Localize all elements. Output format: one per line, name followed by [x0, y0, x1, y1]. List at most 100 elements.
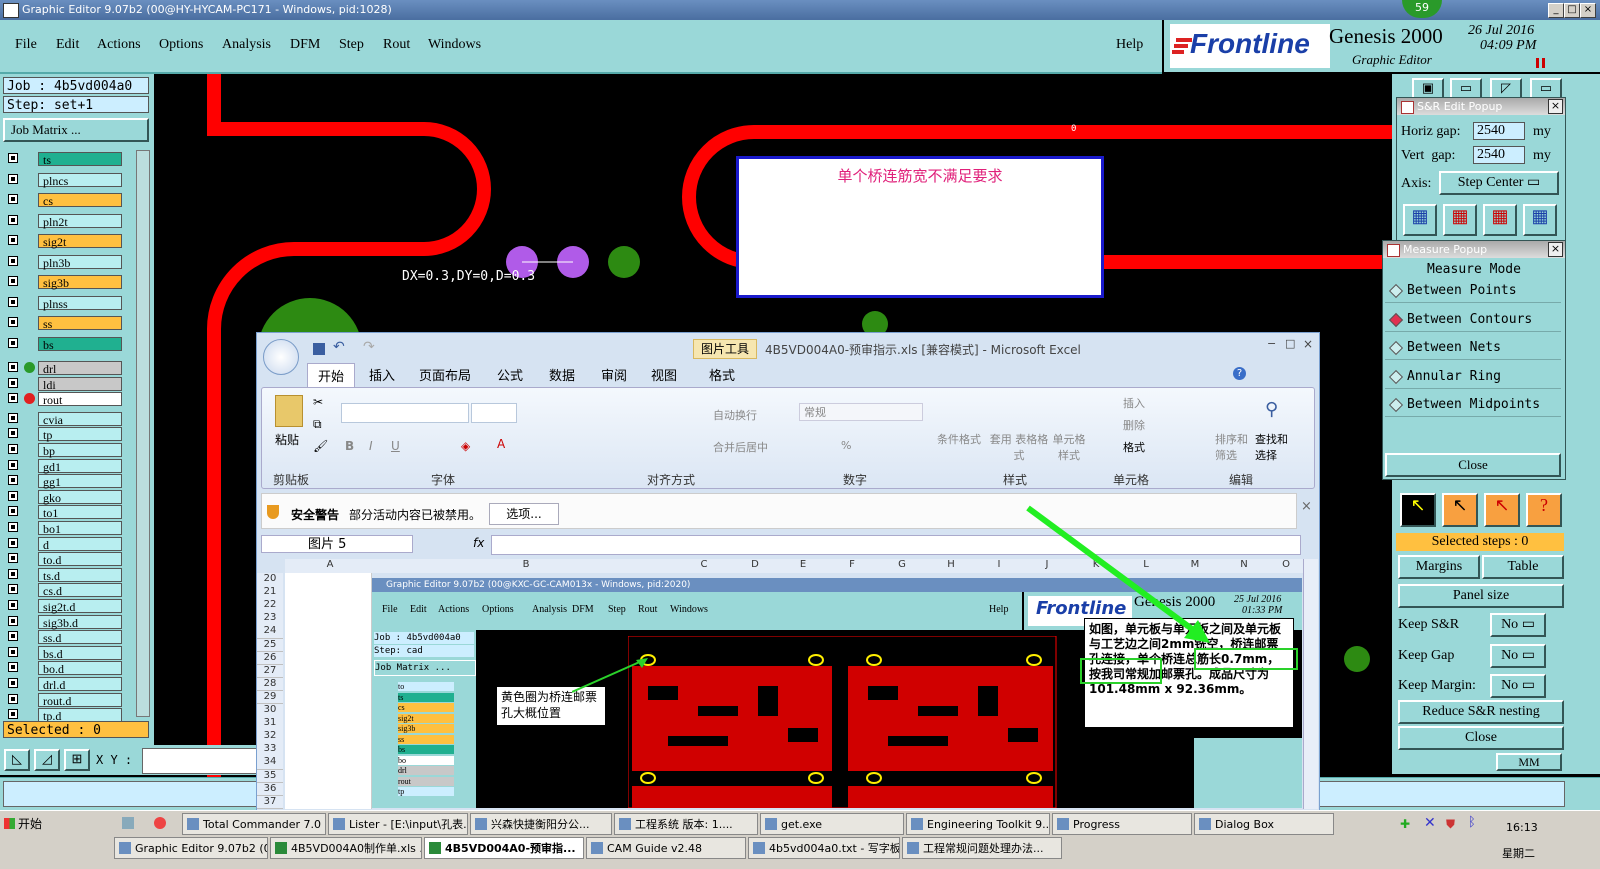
layer-row[interactable]: gd1 [4, 458, 122, 474]
layer-checkbox[interactable] [8, 377, 18, 388]
measure-mode-option[interactable]: Between Contours [1385, 308, 1561, 332]
layer-row[interactable]: plncs [4, 172, 122, 188]
sr-popup-close-button[interactable]: × [1548, 99, 1563, 114]
layer-checkbox[interactable] [8, 584, 18, 595]
taskbar-button[interactable]: 4B5VD004A0制作单.xls ... [270, 837, 422, 859]
layer-row[interactable]: ts.d [4, 567, 122, 583]
layer-checkbox[interactable] [8, 393, 18, 404]
column-header[interactable]: N [1219, 559, 1270, 573]
ribbon-tab[interactable]: 公式 [497, 365, 523, 384]
clock[interactable]: 16:13 [1506, 821, 1538, 834]
number-format-select[interactable]: 常规 [799, 403, 923, 421]
tray-shield-icon[interactable]: ⛊ [1446, 817, 1455, 832]
row-header[interactable]: 24 [257, 625, 283, 639]
layer-checkbox[interactable] [8, 553, 18, 564]
layer-checkbox[interactable] [8, 194, 18, 204]
taskbar-button[interactable]: 兴森快捷衡阳分公... [470, 813, 612, 835]
layer-row[interactable]: cs [4, 193, 122, 208]
layer-checkbox[interactable] [8, 475, 18, 486]
ribbon-tab[interactable]: 开始 [307, 363, 356, 387]
menu-actions[interactable]: Actions [97, 37, 141, 53]
layer-row[interactable]: sig3b.d [4, 614, 122, 630]
conditional-format-button[interactable]: 条件格式 [937, 431, 981, 447]
grid-tool-icon[interactable]: ⊞ [64, 749, 90, 771]
row-header[interactable]: 34 [257, 756, 283, 770]
layer-checkbox[interactable] [8, 444, 18, 454]
column-header[interactable]: E [779, 559, 828, 573]
layer-checkbox[interactable] [8, 709, 18, 720]
row-header[interactable]: 29 [257, 690, 283, 705]
menu-help[interactable]: Help [1116, 37, 1143, 53]
layer-checkbox[interactable] [8, 214, 18, 225]
layer-row[interactable]: sig2t.d [4, 599, 122, 614]
insert-button[interactable]: 插入 [1123, 395, 1145, 411]
taskbar-button[interactable]: Progress [1052, 813, 1192, 835]
font-color-icon[interactable]: A [497, 437, 505, 451]
axis-select[interactable]: Step Center ▭ [1439, 171, 1559, 195]
layer-checkbox[interactable] [8, 255, 18, 266]
layout-icon-1[interactable]: ▦ [1403, 204, 1437, 236]
excel-close-icon[interactable]: × [1303, 337, 1313, 351]
menu-edit[interactable]: Edit [56, 37, 79, 53]
measure-mode-option[interactable]: Between Points [1385, 279, 1561, 303]
menu-analysis[interactable]: Analysis [222, 37, 271, 53]
measure-mode-option[interactable]: Annular Ring [1385, 365, 1561, 389]
minimize-button[interactable]: _ [1548, 3, 1564, 18]
layer-checkbox[interactable] [8, 153, 18, 163]
format-painter-icon[interactable]: 🖌 [313, 439, 328, 453]
column-header[interactable]: G [877, 559, 928, 573]
layer-row[interactable]: gg1 [4, 474, 122, 489]
office-button[interactable] [263, 339, 299, 375]
vert-gap-input[interactable]: 2540 [1473, 146, 1525, 164]
column-header[interactable]: H [927, 559, 976, 573]
xy-input[interactable] [142, 748, 260, 774]
layer-checkbox[interactable] [8, 173, 18, 184]
find-select-button[interactable]: 查找和 选择 [1255, 431, 1295, 463]
delete-button[interactable]: 删除 [1123, 417, 1145, 433]
menu-dfm[interactable]: DFM [290, 37, 320, 53]
layer-row[interactable]: bo1 [4, 521, 122, 536]
layer-list[interactable]: ts plncs cs pln2t sig2t pln3b sig3b plnss ss bs dr… [0, 152, 136, 723]
start-button[interactable]: 开始 [2, 813, 52, 835]
help-icon[interactable]: ? [1233, 367, 1246, 380]
layer-row[interactable]: ss.d [4, 630, 122, 645]
layer-row[interactable]: ts [4, 152, 122, 167]
layer-checkbox[interactable] [8, 296, 18, 307]
measure-close-button[interactable]: Close [1385, 453, 1561, 477]
layer-checkbox[interactable] [8, 428, 18, 439]
table-button[interactable]: Table [1482, 555, 1564, 579]
layer-checkbox[interactable] [8, 362, 18, 372]
layer-checkbox[interactable] [8, 235, 18, 245]
layer-row[interactable]: cs.d [4, 583, 122, 598]
layer-row[interactable]: to.d [4, 552, 122, 567]
keep-margin-select[interactable]: No ▭ [1490, 674, 1546, 698]
row-header[interactable]: 30 [257, 704, 283, 718]
layer-row[interactable]: drl [4, 361, 122, 376]
layer-checkbox[interactable] [8, 459, 18, 470]
bold-button[interactable]: B [345, 439, 354, 453]
tray-x-icon[interactable]: ✕ [1424, 815, 1436, 831]
select-arrow-3-icon[interactable]: ↖ [1484, 493, 1520, 527]
security-options-button[interactable]: 选项... [489, 503, 559, 525]
ribbon-tab[interactable]: 页面布局 [419, 365, 471, 384]
tray-network-icon[interactable]: ✚ [1400, 817, 1410, 831]
taskbar-button[interactable]: Engineering Toolkit 9.... [906, 813, 1050, 835]
layer-row[interactable]: pln3b [4, 254, 122, 270]
paste-label[interactable]: 粘贴 [275, 431, 299, 448]
layer-checkbox[interactable] [8, 646, 18, 657]
sort-filter-button[interactable]: 排序和 筛选 [1215, 431, 1249, 463]
layer-checkbox[interactable] [8, 317, 18, 327]
layer-checkbox[interactable] [8, 522, 18, 532]
underline-button[interactable]: U [391, 439, 400, 453]
row-header[interactable]: 26 [257, 651, 283, 666]
column-header[interactable]: C [677, 559, 732, 573]
table-format-button[interactable]: 套用 表格格式 [989, 431, 1049, 463]
layer-scrollbar[interactable] [136, 150, 150, 717]
copy-icon[interactable]: ⧉ [313, 417, 322, 432]
menu-rout[interactable]: Rout [383, 37, 410, 53]
vertical-scrollbar[interactable] [1303, 559, 1318, 809]
taskbar-button[interactable]: 工程系统 版本: 1.... [614, 813, 758, 835]
column-a-cells[interactable] [285, 573, 372, 809]
menu-windows[interactable]: Windows [428, 37, 481, 53]
layer-checkbox[interactable] [8, 568, 18, 579]
